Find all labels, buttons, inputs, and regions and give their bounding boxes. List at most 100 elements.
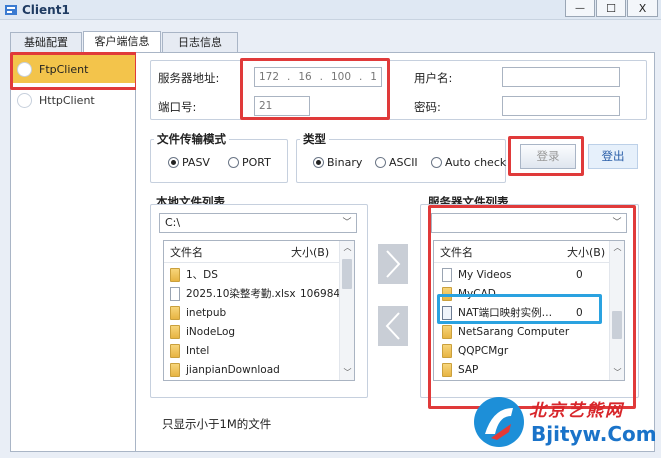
minimize-button[interactable]: —	[565, 0, 595, 17]
table-row[interactable]: NAT端口映射实例… 0	[434, 303, 583, 322]
table-row[interactable]: iNodeLog	[164, 322, 235, 341]
logout-button[interactable]: 登出	[588, 144, 638, 169]
ip-octet-4[interactable]: 1	[370, 71, 377, 83]
watermark-cn: 北京艺熊网	[529, 401, 624, 421]
ip-octet-1[interactable]: 172	[259, 71, 279, 83]
server-ip-input[interactable]: 172. 16. 100. 1	[254, 67, 382, 87]
folder-icon	[442, 286, 452, 301]
folder-icon	[442, 324, 452, 339]
remote-list-scrollbar[interactable]: ︿ ﹀	[609, 241, 624, 380]
file-icon	[170, 286, 180, 301]
upload-button[interactable]	[378, 244, 408, 284]
scroll-thumb[interactable]	[342, 259, 352, 289]
table-row[interactable]: 2025.10染整考勤.xlsx 106984	[164, 284, 340, 303]
file-name: SAP	[458, 363, 479, 376]
table-row[interactable]: NetSarang Computer	[434, 322, 569, 341]
scroll-thumb[interactable]	[612, 311, 622, 339]
sidebar-item-label: HttpClient	[39, 93, 95, 107]
table-row[interactable]: 1、DS	[164, 265, 218, 284]
remote-list-header: 文件名 大小(B)	[434, 241, 624, 263]
client-dot-icon	[17, 61, 32, 77]
table-row[interactable]: MyCAD	[434, 284, 496, 303]
file-name: Intel	[186, 344, 210, 357]
local-list-scrollbar[interactable]: ︿ ﹀	[339, 241, 354, 380]
password-input[interactable]	[502, 96, 620, 116]
local-file-list[interactable]: 文件名 大小(B) 1、DS 2025.10染整考勤.xlsx 106984 in…	[163, 240, 355, 381]
scroll-up-icon[interactable]: ︿	[340, 241, 354, 255]
watermark-en: Bjityw.Com	[531, 422, 657, 446]
local-col-size[interactable]: 大小(B)	[291, 244, 329, 260]
local-col-name[interactable]: 文件名	[170, 244, 203, 260]
table-row[interactable]: jianpianDownload	[164, 360, 280, 379]
folder-icon	[170, 362, 180, 377]
remote-path-select[interactable]: ﹀	[431, 213, 627, 233]
client-type-list: FtpClient HttpClient	[10, 52, 136, 452]
password-label: 密码:	[414, 100, 441, 114]
port-label: 端口号:	[158, 100, 197, 114]
binary-radio[interactable]: Binary	[313, 156, 362, 169]
tab-log-info[interactable]: 日志信息	[162, 32, 238, 53]
auto-check-radio[interactable]: Auto check	[431, 156, 506, 169]
size-limit-note: 只显示小于1M的文件	[162, 417, 272, 431]
username-label: 用户名:	[414, 71, 453, 85]
port-radio[interactable]: PORT	[228, 156, 271, 169]
table-row[interactable]: QQPCMgr	[434, 341, 508, 360]
app-icon	[5, 5, 17, 15]
table-row[interactable]: SAP	[434, 360, 478, 379]
minimize-icon: —	[575, 2, 585, 14]
tab-client-info[interactable]: 客户端信息	[83, 31, 161, 53]
folder-icon	[170, 267, 180, 282]
radio-checked-icon	[313, 157, 324, 168]
sidebar-item-httpclient[interactable]: HttpClient	[11, 86, 135, 114]
port-mode-label: PORT	[242, 156, 271, 169]
file-name: jianpianDownload	[186, 363, 280, 376]
table-row[interactable]: Intel	[164, 341, 209, 360]
close-icon: X	[638, 1, 647, 15]
remote-col-name[interactable]: 文件名	[440, 244, 473, 260]
scroll-down-icon[interactable]: ﹀	[610, 366, 624, 380]
username-input[interactable]	[502, 67, 620, 87]
remote-col-size[interactable]: 大小(B)	[567, 244, 605, 260]
radio-unchecked-icon	[375, 157, 386, 168]
title-bar[interactable]	[0, 0, 661, 20]
tab-basic-config[interactable]: 基础配置	[10, 32, 82, 53]
remote-file-list[interactable]: 文件名 大小(B) My Videos 0 MyCAD NAT端口映射实例… 0 N…	[433, 240, 625, 381]
local-drive-value: C:\	[165, 216, 181, 229]
file-name: NetSarang Computer	[458, 325, 570, 338]
radio-checked-icon	[168, 157, 179, 168]
ip-octet-3[interactable]: 100	[331, 71, 351, 83]
local-drive-select[interactable]: C:\ ﹀	[159, 213, 357, 233]
auto-check-label: Auto check	[445, 156, 507, 169]
folder-icon	[170, 324, 180, 339]
download-button[interactable]	[378, 306, 408, 346]
port-input[interactable]: 21	[254, 96, 310, 116]
pasv-radio[interactable]: PASV	[168, 156, 210, 169]
table-row[interactable]: My Videos 0	[434, 265, 583, 284]
ip-dot: .	[358, 71, 363, 83]
site-watermark-logo: 北京艺熊网 Bjityw.Com	[471, 394, 657, 452]
client-dot-icon	[17, 92, 32, 108]
login-button[interactable]: 登录	[520, 144, 576, 169]
ascii-radio[interactable]: ASCII	[375, 156, 418, 169]
transfer-mode-title: 文件传输模式	[154, 131, 229, 147]
radio-unchecked-icon	[228, 157, 239, 168]
scroll-up-icon[interactable]: ︿	[610, 241, 624, 255]
scroll-down-icon[interactable]: ﹀	[340, 366, 354, 380]
server-address-label: 服务器地址:	[158, 71, 220, 85]
file-name: inetpub	[186, 306, 227, 319]
pasv-label: PASV	[182, 156, 210, 169]
chevron-left-icon	[385, 312, 400, 340]
sidebar-item-ftpclient[interactable]: FtpClient	[11, 55, 135, 83]
file-name: NAT端口映射实例…	[458, 307, 553, 319]
table-row[interactable]: inetpub	[164, 303, 226, 322]
file-size: 0	[576, 306, 583, 319]
maximize-icon: ☐	[606, 1, 616, 15]
file-name: 2025.10染整考勤.xlsx	[186, 288, 296, 300]
file-name: MyCAD	[458, 287, 496, 300]
folder-icon	[170, 305, 180, 320]
chevron-right-icon	[386, 250, 401, 278]
ip-octet-2[interactable]: 16	[298, 71, 311, 83]
maximize-button[interactable]: ☐	[596, 0, 626, 17]
close-button[interactable]: X	[627, 0, 658, 17]
sidebar-item-label: FtpClient	[39, 62, 89, 76]
